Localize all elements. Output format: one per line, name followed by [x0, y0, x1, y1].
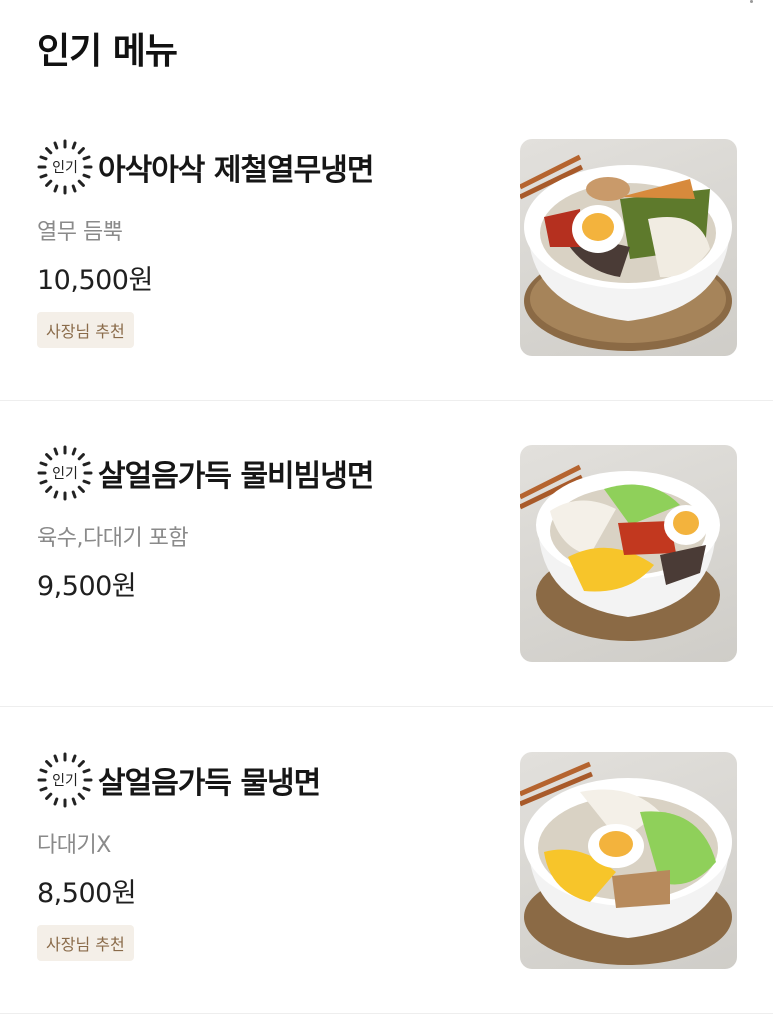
menu-item-name-row: 인기 살얼음가득 물냉면	[36, 751, 321, 809]
owner-recommend-tag: 사장님 추천	[37, 925, 134, 961]
menu-item-name-row: 인기 살얼음가득 물비빔냉면	[36, 444, 374, 502]
scroll-indicator	[750, 0, 753, 3]
menu-item-name-row: 인기 아삭아삭 제철열무냉면	[36, 138, 374, 196]
owner-recommend-tag: 사장님 추천	[37, 312, 134, 348]
popular-badge-label: 인기	[52, 466, 78, 482]
menu-item-name: 아삭아삭 제철열무냉면	[98, 153, 374, 188]
menu-item-name: 살얼음가득 물냉면	[98, 766, 321, 801]
menu-item-price: 10,500원	[37, 265, 153, 296]
menu-item-photo[interactable]	[520, 445, 737, 662]
menu-item-price: 8,500원	[37, 878, 137, 909]
menu-item-photo[interactable]	[520, 752, 737, 969]
menu-item-price: 9,500원	[37, 571, 137, 602]
menu-item-name: 살얼음가득 물비빔냉면	[98, 459, 374, 494]
popular-badge-label: 인기	[52, 160, 78, 176]
menu-item[interactable]: 인기 아삭아삭 제철열무냉면 열무 듬뿍 10,500원 사장님 추천	[0, 94, 773, 401]
menu-item-photo[interactable]	[520, 139, 737, 356]
section-title: 인기 메뉴	[37, 31, 178, 72]
popular-badge-label: 인기	[52, 773, 78, 789]
popular-badge-icon: 인기	[36, 138, 94, 196]
popular-badge-icon: 인기	[36, 444, 94, 502]
menu-item-description: 열무 듬뿍	[37, 220, 123, 245]
popular-badge-icon: 인기	[36, 751, 94, 809]
menu-item-description: 육수,다대기 포함	[37, 526, 189, 551]
menu-item[interactable]: 인기 살얼음가득 물비빔냉면 육수,다대기 포함 9,500원	[0, 400, 773, 707]
menu-item[interactable]: 인기 살얼음가득 물냉면 다대기X 8,500원 사장님 추천	[0, 707, 773, 1014]
menu-item-description: 다대기X	[37, 833, 111, 858]
